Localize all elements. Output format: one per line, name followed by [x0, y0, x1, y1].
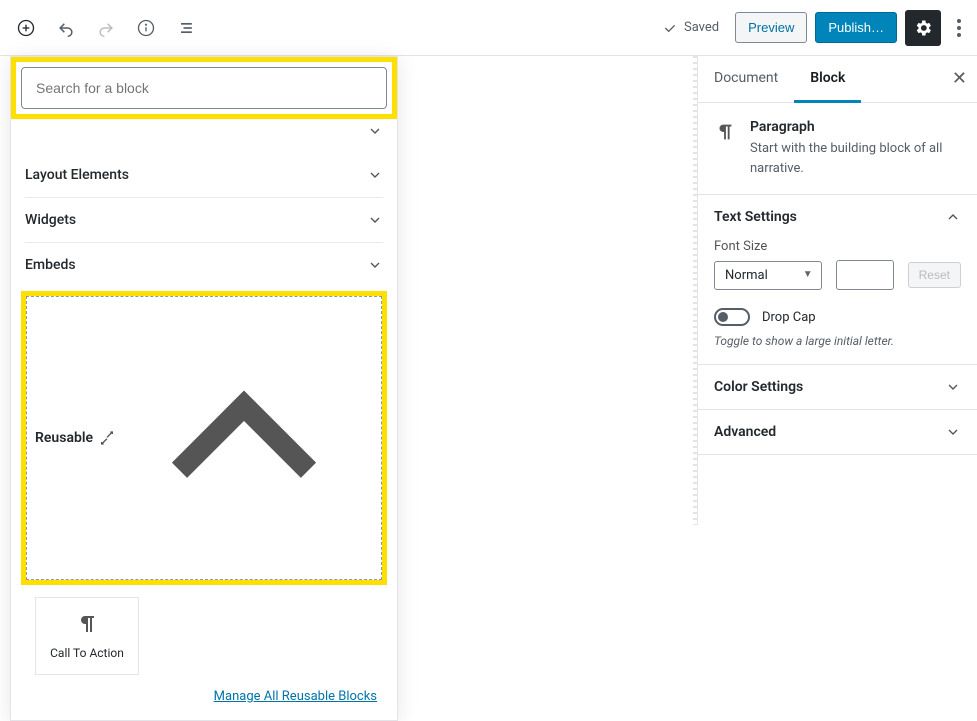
block-search-input[interactable] — [36, 80, 372, 96]
drop-cap-toggle[interactable] — [714, 308, 750, 326]
panel-color-settings: Color Settings — [698, 365, 977, 410]
block-inserter-popover: Formatting Layout Elements Widgets Embed… — [10, 56, 398, 721]
add-block-button[interactable] — [8, 10, 44, 46]
close-sidebar-button[interactable]: ✕ — [952, 68, 967, 89]
editor-toolbar: Saved Preview Publish… — [0, 0, 977, 56]
undo-button[interactable] — [48, 10, 84, 46]
category-formatting[interactable]: Formatting — [25, 119, 383, 153]
preview-button[interactable]: Preview — [735, 12, 807, 43]
block-search[interactable] — [21, 67, 387, 109]
settings-sidebar: Document Block ✕ Paragraph Start with th… — [697, 56, 977, 525]
block-description: Start with the building block of all nar… — [750, 139, 961, 178]
category-widgets[interactable]: Widgets — [25, 198, 383, 243]
toolbar-left — [8, 10, 204, 46]
outline-button[interactable] — [168, 10, 204, 46]
block-title: Paragraph — [750, 119, 961, 135]
tab-block[interactable]: Block — [794, 56, 861, 103]
panel-head-text-settings[interactable]: Text Settings — [698, 195, 977, 239]
block-inspector-header: Paragraph Start with the building block … — [698, 103, 977, 195]
font-size-select[interactable]: Normal▼ — [714, 261, 822, 290]
chevron-up-icon — [945, 209, 961, 225]
chevron-down-icon — [945, 424, 961, 440]
tab-document[interactable]: Document — [698, 56, 794, 102]
sidebar-tabs: Document Block ✕ — [698, 56, 977, 103]
block-category-list: Formatting Layout Elements Widgets Embed… — [11, 119, 397, 287]
paragraph-icon — [714, 121, 736, 143]
font-size-reset-button[interactable]: Reset — [908, 262, 961, 288]
drop-cap-hint: Toggle to show a large initial letter. — [714, 334, 961, 348]
drop-cap-label: Drop Cap — [762, 310, 816, 325]
reusable-icon — [99, 430, 115, 446]
panel-head-color-settings[interactable]: Color Settings — [698, 365, 977, 409]
font-size-label: Font Size — [714, 239, 961, 254]
toolbar-right: Saved Preview Publish… — [654, 10, 969, 46]
redo-button[interactable] — [88, 10, 124, 46]
info-button[interactable] — [128, 10, 164, 46]
settings-button[interactable] — [905, 10, 941, 46]
panel-advanced: Advanced — [698, 410, 977, 455]
panel-text-settings: Text Settings Font Size Normal▼ Reset Dr… — [698, 195, 977, 365]
save-status-label: Saved — [684, 20, 719, 35]
font-size-custom-input[interactable] — [836, 260, 894, 290]
save-status: Saved — [654, 20, 727, 36]
reusable-block-call-to-action[interactable]: Call To Action — [35, 597, 139, 675]
chevron-down-icon — [945, 379, 961, 395]
more-menu-button[interactable] — [949, 11, 969, 45]
category-embeds[interactable]: Embeds — [25, 243, 383, 287]
manage-reusable-link-wrap: Manage All Reusable Blocks — [11, 675, 397, 720]
publish-button[interactable]: Publish… — [815, 12, 897, 43]
manage-reusable-link[interactable]: Manage All Reusable Blocks — [214, 689, 377, 704]
highlight-search — [11, 57, 397, 119]
panel-head-advanced[interactable]: Advanced — [698, 410, 977, 454]
category-layout[interactable]: Layout Elements — [25, 153, 383, 198]
category-reusable[interactable]: Reusable — [26, 296, 382, 580]
paragraph-icon — [75, 612, 99, 636]
highlight-reusable: Reusable — [21, 291, 387, 585]
